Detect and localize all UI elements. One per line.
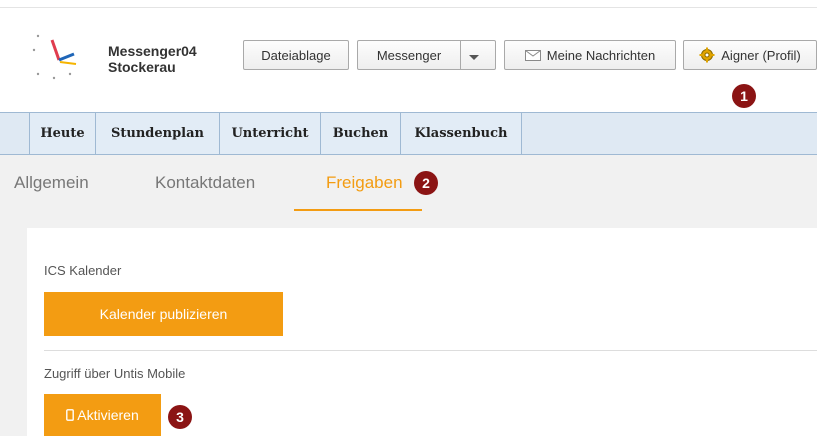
meine-nachrichten-label: Meine Nachrichten (546, 47, 656, 63)
tab-freigaben[interactable]: Freigaben (326, 173, 403, 193)
school-name-line1: Messenger04 (108, 43, 197, 59)
nav-lead-spacer (0, 113, 30, 154)
annotation-badge-2: 2 (414, 171, 438, 195)
nav-item-klassenbuch[interactable]: Klassenbuch (401, 113, 522, 154)
kalender-publizieren-button[interactable]: Kalender publizieren (44, 292, 283, 336)
messenger-label: Messenger (376, 47, 442, 63)
caret-down-icon[interactable] (469, 55, 479, 60)
nav-item-unterricht[interactable]: Unterricht (220, 113, 321, 154)
dateiablage-button[interactable]: Dateiablage (243, 40, 349, 70)
meine-nachrichten-button[interactable]: Meine Nachrichten (504, 40, 676, 70)
aktivieren-label: Aktivieren (77, 407, 139, 423)
messenger-button[interactable]: Messenger (358, 41, 461, 69)
aktivieren-button[interactable]: Aktivieren (44, 394, 161, 436)
section-divider (44, 350, 817, 351)
main-nav: Heute Stundenplan Unterricht Buchen Klas… (0, 112, 817, 155)
sub-tabs: Allgemein Kontaktdaten Freigaben (0, 155, 817, 215)
profile-button[interactable]: Aigner (Profil) (683, 40, 817, 70)
tab-allgemein[interactable]: Allgemein (14, 173, 89, 193)
top-separator (0, 7, 817, 8)
nav-item-buchen[interactable]: Buchen (321, 113, 401, 154)
dateiablage-label: Dateiablage (261, 47, 331, 63)
mobile-section-label: Zugriff über Untis Mobile (44, 366, 186, 381)
profile-label: Aigner (Profil) (721, 47, 801, 63)
gear-icon (699, 47, 715, 63)
active-tab-indicator (294, 209, 422, 211)
nav-item-heute[interactable]: Heute (30, 113, 96, 154)
kalender-publizieren-label: Kalender publizieren (99, 306, 228, 322)
mobile-phone-icon (66, 409, 75, 421)
tab-kontaktdaten[interactable]: Kontaktdaten (155, 173, 255, 193)
annotation-badge-1: 1 (732, 84, 756, 108)
annotation-badge-3: 3 (168, 405, 192, 429)
school-name-line2: Stockerau (108, 59, 176, 75)
nav-item-stundenplan[interactable]: Stundenplan (96, 113, 220, 154)
ics-section-label: ICS Kalender (44, 263, 122, 278)
school-name: Messenger04 Stockerau (108, 43, 197, 75)
envelope-icon (524, 49, 541, 61)
untis-logo (32, 34, 77, 80)
